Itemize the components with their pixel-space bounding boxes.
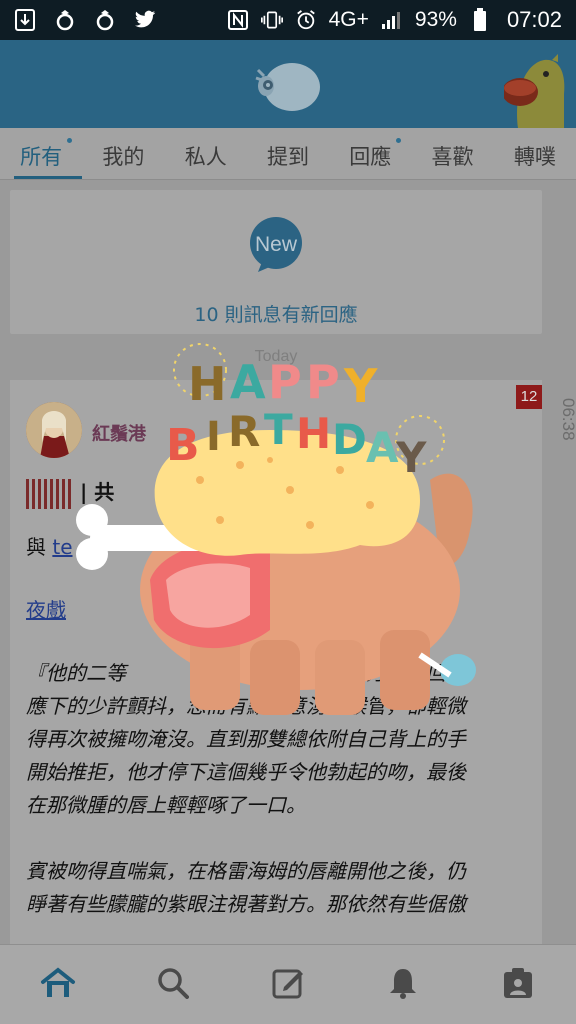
bell-icon bbox=[388, 967, 418, 1003]
ring-icon bbox=[94, 9, 116, 31]
tab-5[interactable]: 喜歡 bbox=[411, 128, 493, 179]
tab-label: 我的 bbox=[102, 145, 145, 169]
tab-label: 私人 bbox=[184, 145, 227, 169]
post-time: 06:38 bbox=[559, 398, 576, 441]
profile-card-icon bbox=[502, 967, 534, 1003]
search-icon bbox=[157, 967, 189, 1003]
svg-text:H: H bbox=[296, 409, 331, 458]
tab-label: 轉噗 bbox=[513, 145, 556, 169]
tab-6[interactable]: 轉噗 bbox=[494, 128, 576, 179]
vibrate-icon bbox=[260, 9, 283, 31]
unread-dot bbox=[67, 138, 73, 143]
network-type: 4G+ bbox=[328, 8, 369, 31]
notifications-button[interactable] bbox=[379, 961, 427, 1009]
svg-text:A: A bbox=[230, 355, 266, 409]
svg-text:R: R bbox=[228, 407, 260, 456]
svg-text:I: I bbox=[206, 414, 221, 460]
tab-0[interactable]: 所有 bbox=[0, 128, 83, 179]
svg-text:B: B bbox=[166, 420, 200, 471]
unread-dot bbox=[396, 138, 402, 143]
tab-label: 回應 bbox=[349, 145, 392, 169]
svg-text:P: P bbox=[268, 355, 302, 409]
paragraph-line: 開始推拒，他才停下這個幾乎令他勃起的吻，最後 bbox=[26, 760, 466, 784]
new-bubble-icon: New bbox=[244, 216, 308, 272]
birthday-cake-dog-sticker[interactable]: H A P P Y B I R T H D A Y bbox=[70, 330, 490, 730]
tab-label: 喜歡 bbox=[431, 145, 474, 169]
download-icon bbox=[14, 9, 36, 31]
redacted-text bbox=[26, 478, 74, 509]
clock: 07:02 bbox=[506, 7, 562, 32]
battery-icon bbox=[469, 8, 491, 31]
tab-label: 所有 bbox=[20, 145, 63, 169]
status-bar: 4G+ 93% 07:02 bbox=[0, 0, 576, 40]
tag-link[interactable]: 夜戲 bbox=[26, 598, 66, 622]
paragraph-line: 睜著有些朦朧的紫眼注視著對方。那依然有些倨傲 bbox=[26, 892, 466, 916]
ring-icon bbox=[54, 9, 76, 31]
svg-text:Y: Y bbox=[343, 359, 378, 413]
new-bubble-label: New bbox=[255, 233, 298, 256]
battery-percent: 93% bbox=[414, 8, 457, 31]
svg-text:P: P bbox=[306, 355, 340, 409]
tab-3[interactable]: 提到 bbox=[247, 128, 329, 179]
twitter-icon bbox=[134, 9, 156, 31]
svg-text:D: D bbox=[332, 415, 367, 464]
new-replies-message[interactable]: 10 則訊息有新回應 bbox=[10, 300, 542, 327]
home-button[interactable] bbox=[34, 961, 82, 1009]
tab-1[interactable]: 我的 bbox=[82, 128, 164, 179]
puffer-fish-logo-icon[interactable] bbox=[252, 56, 322, 116]
paragraph-line: 賓被吻得直喘氣，在格雷海姆的唇離開他之後，仍 bbox=[26, 859, 466, 883]
svg-text:Y: Y bbox=[395, 433, 427, 482]
with-label: 與 bbox=[26, 535, 53, 559]
tab-4[interactable]: 回應 bbox=[329, 128, 411, 179]
response-count-badge: 12 bbox=[516, 385, 542, 409]
compose-button[interactable] bbox=[264, 961, 312, 1009]
new-replies-card[interactable]: New 10 則訊息有新回應 bbox=[10, 190, 542, 334]
tab-2[interactable]: 私人 bbox=[165, 128, 247, 179]
duck-mascot-icon[interactable] bbox=[502, 54, 568, 128]
svg-text:T: T bbox=[264, 405, 293, 454]
compose-icon bbox=[272, 967, 304, 1003]
home-icon bbox=[40, 966, 76, 1003]
profile-button[interactable] bbox=[494, 961, 542, 1009]
signal-icon bbox=[381, 9, 403, 31]
bottom-nav bbox=[0, 944, 576, 1024]
happy-text: H bbox=[188, 357, 227, 411]
tab-label: 提到 bbox=[266, 145, 309, 169]
tab-bar: 所有 我的 私人 提到 回應 喜歡 轉噗 bbox=[0, 128, 576, 180]
paragraph-line: 在那微腫的唇上輕輕啄了一口。 bbox=[26, 793, 306, 817]
svg-text:A: A bbox=[366, 423, 399, 472]
alarm-icon bbox=[295, 9, 317, 31]
search-button[interactable] bbox=[149, 961, 197, 1009]
nfc-icon bbox=[227, 9, 249, 31]
